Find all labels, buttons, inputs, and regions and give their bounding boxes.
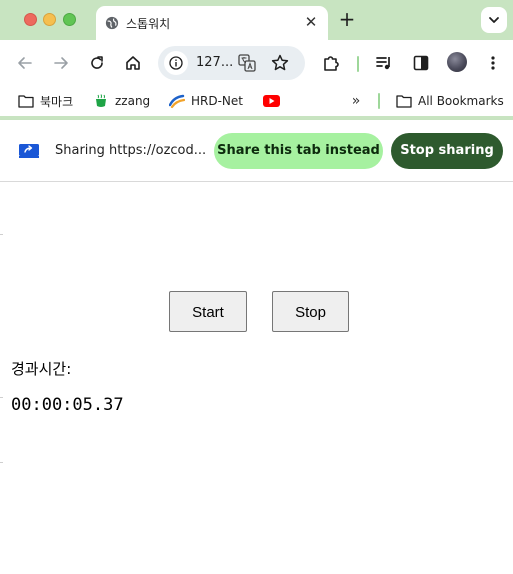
- bookmarks-overflow-button[interactable]: »: [347, 92, 365, 110]
- bookmarks-divider: [378, 93, 380, 109]
- chevron-down-icon: [489, 17, 499, 23]
- star-icon[interactable]: [270, 53, 290, 73]
- page-content: Start Stop 경과시간: 00:00:05.37: [0, 182, 513, 574]
- arrow-left-icon: [18, 57, 32, 69]
- window-close-button[interactable]: [24, 13, 37, 26]
- playlist-icon: [376, 57, 390, 70]
- tab-close-icon[interactable]: ✕: [302, 13, 320, 31]
- address-bar[interactable]: 127...: [158, 46, 305, 80]
- edge-divider: [0, 397, 3, 398]
- bookmark-youtube[interactable]: [263, 91, 286, 111]
- edge-divider: [0, 462, 3, 463]
- cup-icon: [96, 94, 106, 107]
- bookmark-label: 북마크: [40, 94, 74, 109]
- edge-divider: [0, 234, 3, 235]
- more-vertical-icon: [491, 56, 495, 70]
- folder-icon: [396, 95, 412, 108]
- elapsed-label: 경과시간:: [11, 360, 72, 378]
- bookmark-label: zzang: [115, 94, 151, 108]
- screen-share-icon: [19, 144, 39, 158]
- toolbar: 127...: [0, 40, 513, 86]
- home-icon: [126, 56, 140, 70]
- tab-title: 스톱워치: [126, 17, 171, 31]
- tab-search-button[interactable]: [481, 7, 507, 33]
- site-info-button[interactable]: [164, 51, 188, 75]
- all-bookmarks-button[interactable]: All Bookmarks: [396, 91, 504, 111]
- sharing-message: Sharing https://ozcod...: [55, 143, 207, 158]
- globe-icon: [105, 16, 119, 30]
- start-button[interactable]: Start: [169, 291, 247, 332]
- elapsed-time: 00:00:05.37: [11, 395, 124, 415]
- profile-avatar[interactable]: [447, 52, 467, 72]
- side-panel-button[interactable]: [410, 52, 432, 74]
- new-tab-button[interactable]: +: [337, 9, 357, 29]
- extensions-button[interactable]: [320, 52, 342, 74]
- bookmark-zzang[interactable]: zzang: [93, 91, 150, 111]
- folder-icon: [18, 95, 34, 108]
- all-bookmarks-label: All Bookmarks: [418, 94, 504, 108]
- stop-sharing-button[interactable]: Stop sharing: [391, 133, 503, 169]
- active-tab[interactable]: 스톱워치 ✕: [96, 6, 328, 40]
- back-button[interactable]: [14, 52, 36, 74]
- stop-button[interactable]: Stop: [272, 291, 349, 332]
- bookmark-hrd-net[interactable]: HRD-Net: [169, 91, 243, 111]
- bookmarks-bar: 북마크 zzang HRD-Net » All Bookmarks: [0, 86, 513, 116]
- forward-button[interactable]: [50, 52, 72, 74]
- home-button[interactable]: [122, 52, 144, 74]
- reload-button[interactable]: [86, 52, 108, 74]
- puzzle-icon: [324, 56, 339, 71]
- translate-icon[interactable]: [238, 54, 256, 72]
- toolbar-divider: [357, 56, 359, 72]
- reload-icon: [91, 56, 103, 69]
- youtube-icon: [263, 95, 280, 107]
- tab-strip: 스톱워치 ✕ +: [0, 0, 513, 40]
- media-controls-button[interactable]: [373, 52, 395, 74]
- address-url[interactable]: 127...: [196, 55, 233, 70]
- hrd-net-logo-icon: [169, 94, 185, 109]
- bookmark-folder[interactable]: 북마크: [18, 91, 73, 111]
- bookmark-label: HRD-Net: [191, 94, 243, 108]
- info-icon: [169, 56, 183, 70]
- window-maximize-button[interactable]: [63, 13, 76, 26]
- arrow-right-icon: [54, 57, 68, 69]
- window-minimize-button[interactable]: [43, 13, 56, 26]
- share-this-tab-button[interactable]: Share this tab instead: [214, 133, 383, 169]
- side-panel-icon: [413, 55, 429, 71]
- menu-button[interactable]: [482, 52, 504, 74]
- screen-sharing-infobar: Sharing https://ozcod... Share this tab …: [0, 120, 513, 182]
